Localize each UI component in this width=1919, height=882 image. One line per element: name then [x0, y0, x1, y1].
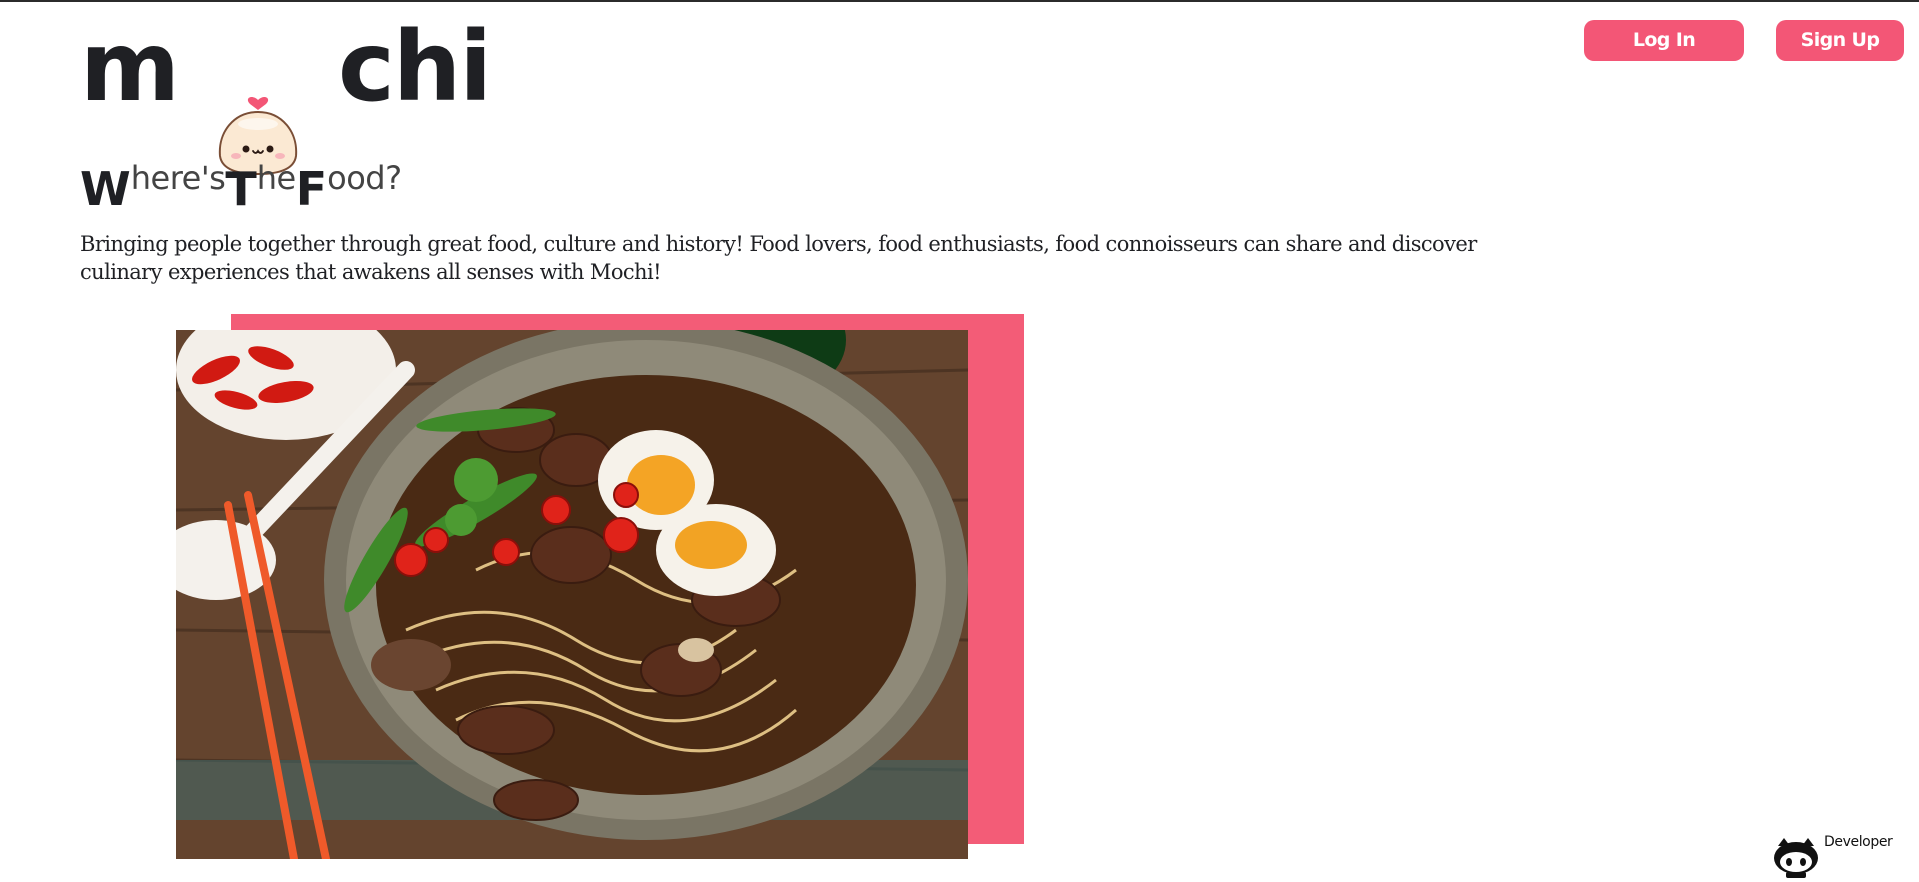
- logo-text-left: m: [80, 11, 180, 123]
- tagline-t: T: [225, 162, 257, 216]
- site-logo[interactable]: m chi: [80, 12, 520, 122]
- tagline-f-rest: ood?: [327, 159, 402, 197]
- developer-link[interactable]: Developer: [1772, 834, 1893, 882]
- tagline-f: F: [295, 162, 328, 216]
- developer-label: Developer: [1824, 834, 1893, 850]
- tagline-w-rest: here's: [130, 159, 226, 197]
- signup-button[interactable]: Sign Up: [1776, 20, 1904, 61]
- login-button[interactable]: Log In: [1584, 20, 1744, 61]
- tagline-t-rest: he: [256, 159, 296, 197]
- github-octocat-icon: [1772, 836, 1820, 882]
- tagline: Where'sTheFood?: [80, 159, 402, 218]
- ramen-bowl-photo: [176, 330, 968, 859]
- logo-text-right: chi: [338, 11, 492, 123]
- intro-description: Bringing people together through great f…: [80, 232, 1477, 284]
- hero-section: [176, 314, 1024, 859]
- tagline-w: W: [80, 162, 131, 216]
